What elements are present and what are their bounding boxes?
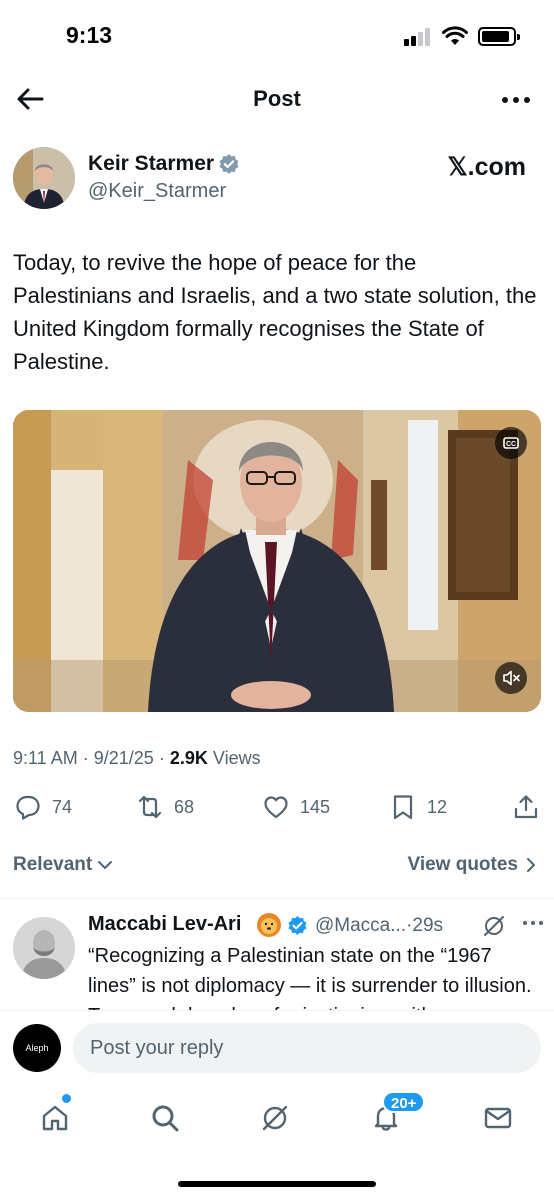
battery-icon [478, 27, 520, 46]
view-count[interactable]: 2.9K [170, 748, 208, 768]
notification-badge: 20+ [382, 1091, 426, 1113]
share-button[interactable] [512, 788, 540, 826]
cellular-signal-icon [404, 28, 434, 46]
post-text: Today, to revive the hope of peace for t… [13, 250, 537, 374]
more-options-icon[interactable] [500, 88, 532, 112]
status-bar: 9:13 [0, 0, 554, 70]
reply-author-avatar[interactable] [13, 917, 75, 979]
mail-icon [484, 1107, 512, 1129]
bookmark-icon [393, 795, 413, 820]
x-com-source-link[interactable]: 𝕏.com [448, 152, 527, 182]
reply-header: Maccabi Lev-Ari @Macca...·29s [88, 913, 554, 941]
meta-separator: · [158, 748, 165, 768]
bookmark-count: 12 [427, 796, 448, 817]
post-action-bar: 74 68 145 12 [0, 788, 554, 828]
reply-count: 74 [52, 796, 73, 817]
video-frame [13, 410, 541, 712]
reply-filter-row: Relevant View quotes [0, 850, 554, 884]
speaker-muted-icon [503, 670, 520, 686]
status-time: 9:13 [66, 22, 113, 48]
closed-captions-icon: CC [503, 437, 519, 449]
reply-input[interactable] [73, 1023, 541, 1073]
meta-separator: · [82, 748, 89, 768]
author-name[interactable]: Keir Starmer [88, 152, 214, 176]
repost-count: 68 [174, 796, 195, 817]
reply-text[interactable]: “Recognizing a Palestinian state on the … [88, 941, 544, 1011]
tab-search[interactable] [145, 1098, 185, 1138]
grok-icon[interactable] [481, 913, 507, 939]
sort-label: Relevant [13, 854, 93, 875]
repost-icon [138, 795, 162, 819]
search-icon [152, 1105, 179, 1132]
home-indicator [178, 1181, 376, 1187]
wifi-icon [442, 26, 468, 45]
home-icon [42, 1105, 68, 1131]
tab-home[interactable] [35, 1098, 75, 1138]
reply-bubble-icon [16, 795, 40, 820]
reply-button[interactable]: 74 [14, 788, 72, 826]
share-icon [514, 795, 538, 819]
chevron-right-icon [527, 858, 535, 872]
svg-text:CC: CC [506, 441, 516, 448]
reply-more-options-icon[interactable] [520, 913, 546, 933]
repost-button[interactable]: 68 [136, 788, 194, 826]
tab-messages[interactable] [478, 1098, 518, 1138]
verified-badge-icon [219, 154, 239, 174]
heart-icon [264, 796, 288, 819]
divider [0, 898, 554, 899]
post-meta: 9:11 AM · 9/21/25 · 2.9K Views [13, 748, 261, 769]
post-date: 9/21/25 [93, 748, 154, 768]
verified-badge-icon [288, 915, 307, 936]
chevron-down-icon [98, 861, 113, 869]
author-avatar[interactable] [13, 147, 75, 209]
my-avatar[interactable]: Aleph [13, 1024, 61, 1072]
tab-grok[interactable] [255, 1098, 295, 1138]
grok-icon [262, 1105, 288, 1131]
lion-emoji-icon [257, 913, 281, 937]
author-handle[interactable]: @Keir_Starmer [88, 180, 226, 203]
page-title: Post [253, 86, 301, 111]
bottom-tab-bar: 20+ [0, 1086, 554, 1156]
view-quotes-link[interactable]: View quotes [407, 854, 538, 876]
like-button[interactable]: 145 [262, 788, 330, 826]
reply-meta[interactable]: @Macca...·29s [315, 915, 443, 937]
views-label[interactable]: Views [213, 748, 261, 768]
closed-captions-button[interactable]: CC [495, 427, 527, 459]
reply-composer: Aleph [0, 1010, 554, 1086]
bookmark-button[interactable]: 12 [389, 788, 447, 826]
home-unread-dot [62, 1094, 71, 1103]
reply-author-name[interactable]: Maccabi Lev-Ari [88, 913, 241, 936]
post-time: 9:11 AM [13, 748, 78, 768]
like-count: 145 [300, 796, 331, 817]
unmute-button[interactable] [495, 662, 527, 694]
reply-handle: @Macca... [315, 915, 407, 936]
post-video[interactable]: CC [13, 410, 541, 712]
nav-header: Post [0, 72, 554, 126]
my-avatar-text: Aleph [25, 1043, 49, 1053]
view-quotes-label: View quotes [407, 854, 518, 875]
sort-replies-dropdown[interactable]: Relevant [13, 854, 114, 876]
reply-age: 29s [412, 915, 444, 936]
